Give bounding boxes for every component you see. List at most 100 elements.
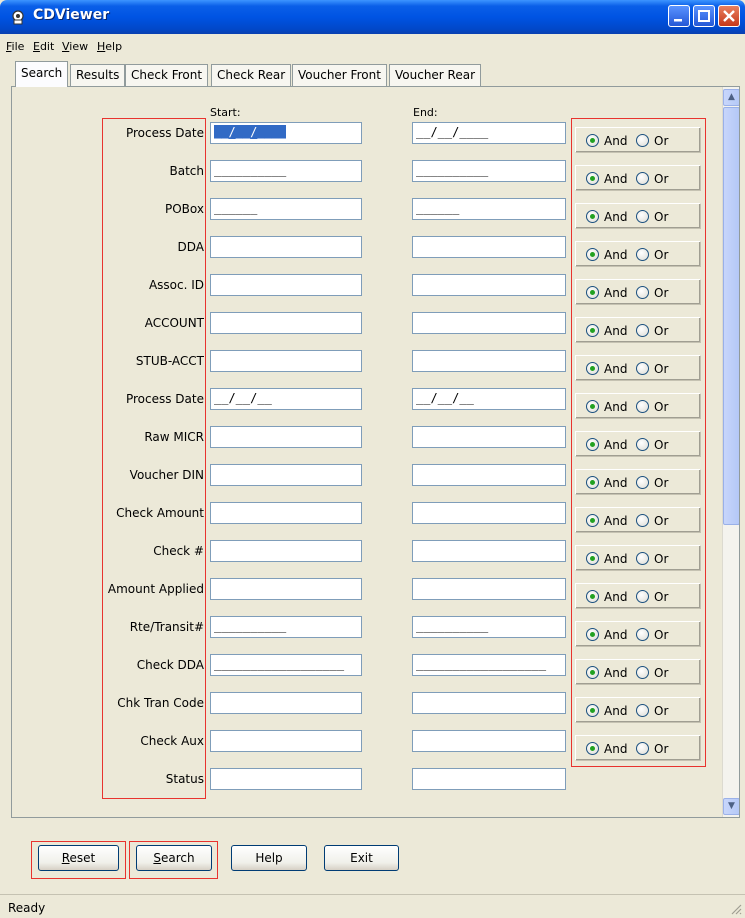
tab-voucher-front[interactable]: Voucher Front — [292, 64, 387, 86]
or-radio[interactable] — [636, 210, 649, 223]
and-radio[interactable] — [586, 514, 599, 527]
start-field[interactable]: __________________ — [210, 654, 362, 676]
or-radio[interactable] — [636, 552, 649, 565]
and-radio[interactable] — [586, 400, 599, 413]
end-field[interactable]: __/__/__ — [412, 388, 566, 410]
end-field[interactable]: __________________ — [412, 654, 566, 676]
minimize-button[interactable] — [668, 5, 690, 27]
tab-voucher-rear[interactable]: Voucher Rear — [389, 64, 482, 86]
start-field[interactable] — [210, 426, 362, 448]
search-button[interactable]: Search — [136, 845, 212, 871]
menu-view[interactable]: View — [62, 40, 88, 53]
or-radio[interactable] — [636, 590, 649, 603]
or-radio[interactable] — [636, 286, 649, 299]
and-label: And — [604, 248, 628, 262]
maximize-button[interactable] — [693, 5, 715, 27]
and-label: And — [604, 666, 628, 680]
reset-button[interactable]: Reset — [38, 845, 119, 871]
end-field[interactable] — [412, 730, 566, 752]
start-field[interactable] — [210, 464, 362, 486]
and-radio[interactable] — [586, 438, 599, 451]
and-radio[interactable] — [586, 362, 599, 375]
or-radio[interactable] — [636, 704, 649, 717]
start-field[interactable] — [210, 274, 362, 296]
start-field[interactable] — [210, 692, 362, 714]
or-radio[interactable] — [636, 248, 649, 261]
and-radio[interactable] — [586, 704, 599, 717]
start-field[interactable] — [210, 312, 362, 334]
vertical-scrollbar[interactable]: ▲ ▼ — [722, 87, 739, 817]
or-radio[interactable] — [636, 324, 649, 337]
or-radio[interactable] — [636, 400, 649, 413]
start-field[interactable]: __________ — [210, 160, 362, 182]
end-field[interactable] — [412, 464, 566, 486]
and-radio[interactable] — [586, 134, 599, 147]
start-field[interactable] — [210, 730, 362, 752]
start-field[interactable] — [210, 768, 362, 790]
or-radio[interactable] — [636, 514, 649, 527]
tab-check-rear[interactable]: Check Rear — [211, 64, 292, 86]
or-radio[interactable] — [636, 628, 649, 641]
end-field-value: __/__/__ — [416, 391, 474, 405]
menu-help[interactable]: Help — [97, 40, 122, 53]
title-bar[interactable]: CDViewer — [0, 0, 745, 34]
or-radio[interactable] — [636, 362, 649, 375]
start-field[interactable] — [210, 578, 362, 600]
scroll-up-button[interactable]: ▲ — [723, 89, 739, 106]
and-radio[interactable] — [586, 248, 599, 261]
and-radio[interactable] — [586, 172, 599, 185]
end-field[interactable] — [412, 236, 566, 258]
and-radio[interactable] — [586, 286, 599, 299]
end-field[interactable] — [412, 578, 566, 600]
tab-results[interactable]: Results — [70, 64, 126, 86]
or-radio[interactable] — [636, 172, 649, 185]
help-button[interactable]: Help — [231, 845, 307, 871]
menu-file[interactable]: File — [6, 40, 24, 53]
end-field[interactable]: ______ — [412, 198, 566, 220]
and-radio[interactable] — [586, 666, 599, 679]
or-radio[interactable] — [636, 666, 649, 679]
end-field[interactable] — [412, 426, 566, 448]
and-radio[interactable] — [586, 590, 599, 603]
start-field[interactable]: __/__/__ — [210, 388, 362, 410]
or-radio[interactable] — [636, 134, 649, 147]
or-radio[interactable] — [636, 742, 649, 755]
end-field[interactable] — [412, 540, 566, 562]
exit-button[interactable]: Exit — [324, 845, 399, 871]
and-radio[interactable] — [586, 628, 599, 641]
end-field[interactable]: __________ — [412, 616, 566, 638]
end-field[interactable] — [412, 274, 566, 296]
start-field[interactable] — [210, 540, 362, 562]
end-field[interactable] — [412, 502, 566, 524]
start-field[interactable] — [210, 350, 362, 372]
and-radio[interactable] — [586, 476, 599, 489]
start-field[interactable]: ______ — [210, 198, 362, 220]
start-field[interactable]: __________ — [210, 616, 362, 638]
end-field[interactable] — [412, 692, 566, 714]
row-label: DDA — [177, 240, 204, 254]
and-or-group: And Or — [575, 659, 701, 685]
or-radio[interactable] — [636, 438, 649, 451]
and-radio[interactable] — [586, 552, 599, 565]
end-field[interactable]: __________ — [412, 160, 566, 182]
and-radio[interactable] — [586, 742, 599, 755]
and-radio[interactable] — [586, 210, 599, 223]
scroll-down-button[interactable]: ▼ — [723, 798, 739, 815]
end-field[interactable]: __/__/____ — [412, 122, 566, 144]
menu-edit[interactable]: Edit — [33, 40, 54, 53]
window-title: CDViewer — [33, 7, 110, 23]
close-button[interactable] — [718, 5, 740, 27]
or-radio[interactable] — [636, 476, 649, 489]
tab-search[interactable]: Search — [15, 61, 69, 87]
and-radio[interactable] — [586, 324, 599, 337]
end-field[interactable] — [412, 312, 566, 334]
scrollbar-thumb[interactable] — [723, 107, 739, 525]
start-field[interactable]: __/__/____ — [210, 122, 362, 144]
end-field[interactable] — [412, 768, 566, 790]
resize-grip-icon[interactable] — [730, 903, 742, 915]
end-field[interactable] — [412, 350, 566, 372]
start-field[interactable] — [210, 502, 362, 524]
tab-check-front[interactable]: Check Front — [125, 64, 209, 86]
start-field[interactable] — [210, 236, 362, 258]
status-text: Ready — [8, 901, 46, 915]
